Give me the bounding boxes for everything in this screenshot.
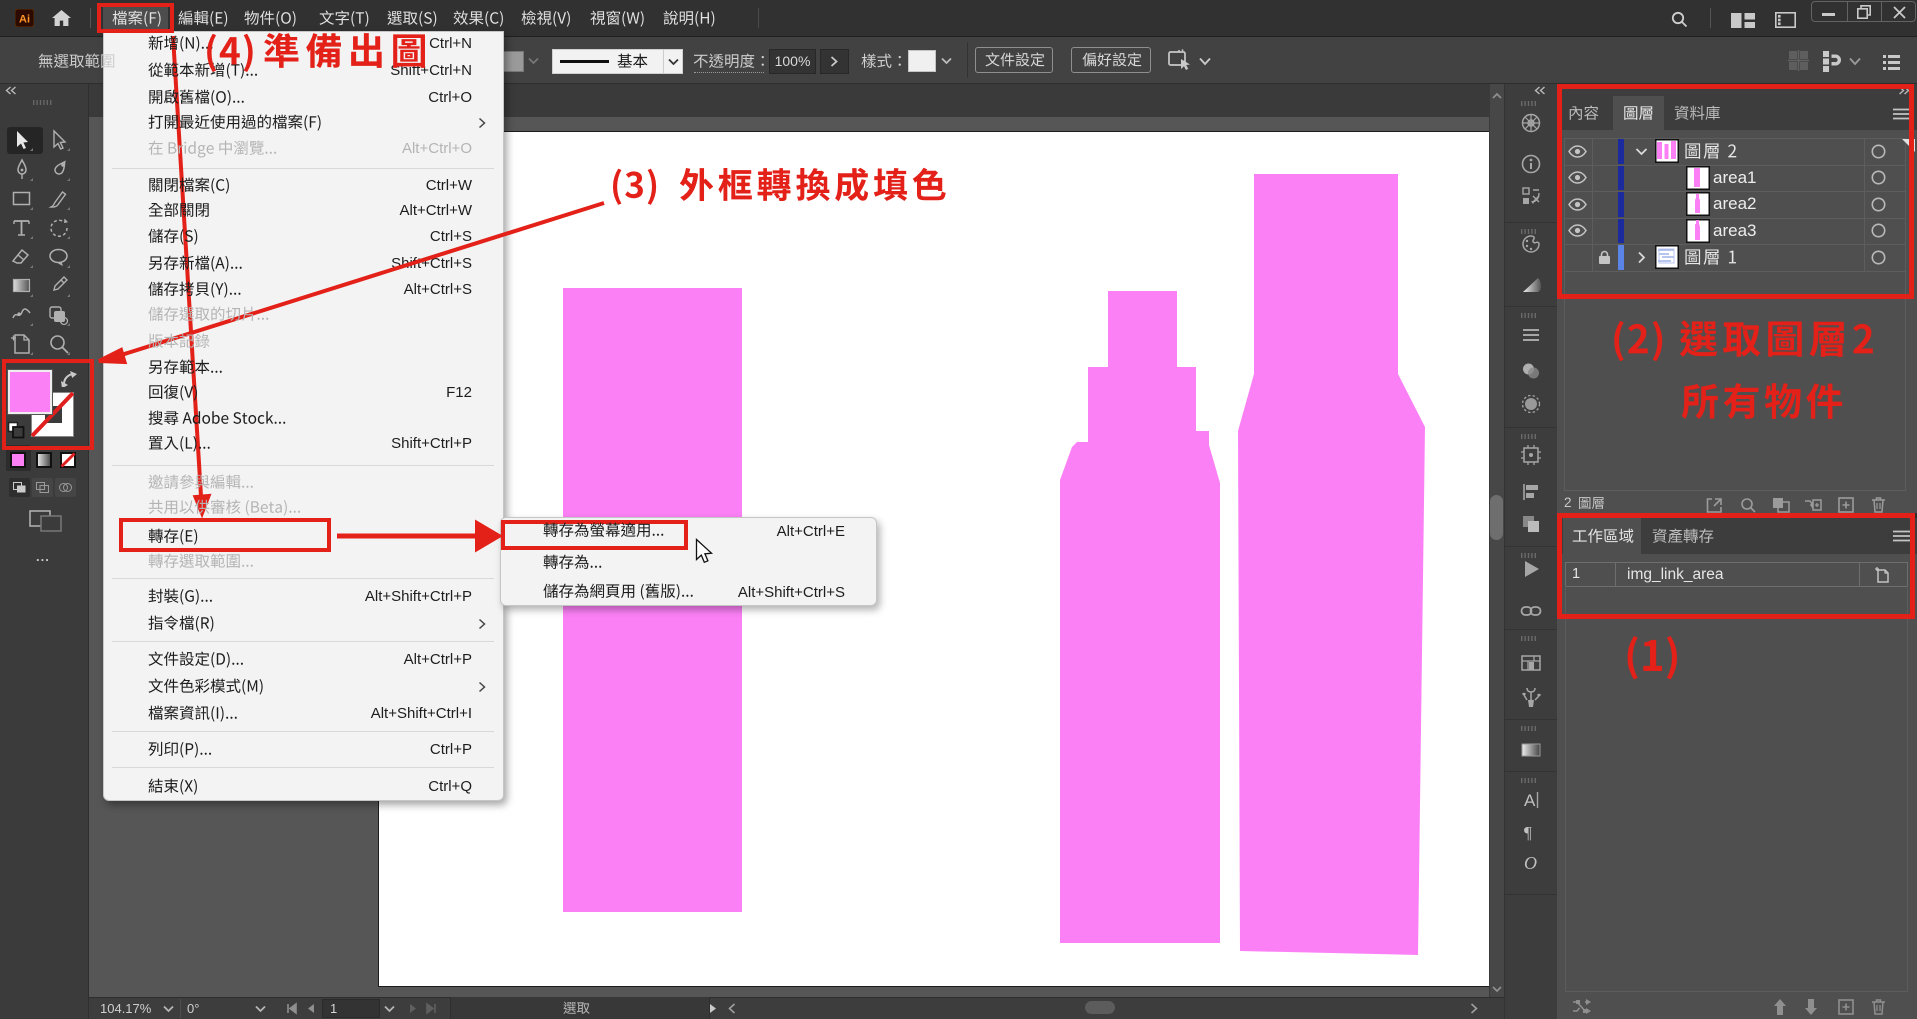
svg-text:A: A xyxy=(1524,791,1536,810)
svg-text:O: O xyxy=(1524,853,1537,873)
svg-text:Ai: Ai xyxy=(19,14,30,26)
svg-text:¶: ¶ xyxy=(1524,823,1532,842)
